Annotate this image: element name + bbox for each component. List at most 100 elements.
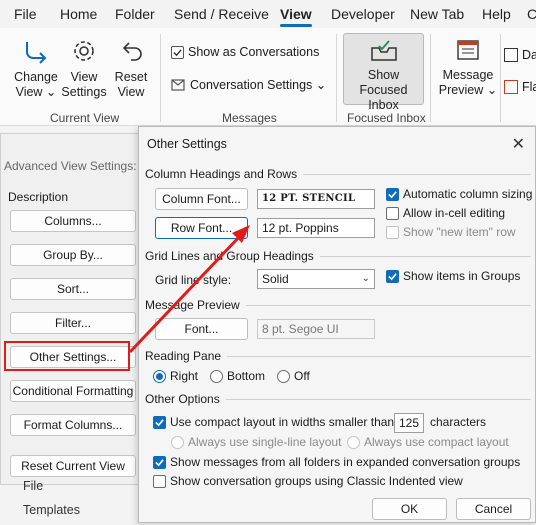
ok-button[interactable]: OK	[372, 498, 447, 520]
tab-home[interactable]: Home	[60, 6, 97, 22]
date-arrange-label: Da	[522, 48, 536, 62]
grid-line-style-select[interactable]: Solid ⌄	[257, 269, 375, 289]
classic-indented-checkbox[interactable]: Show conversation groups using Classic I…	[153, 474, 463, 488]
columns-button[interactable]: Columns...	[10, 210, 136, 232]
compact-width-input[interactable]: 125	[394, 413, 424, 433]
section-reading-pane: Reading Pane	[145, 349, 531, 363]
radio-selected-icon	[153, 369, 166, 383]
checkbox-disabled-icon	[386, 225, 399, 239]
reading-pane-off-label: Off	[294, 369, 310, 383]
show-items-in-groups-checkbox[interactable]: Show items in Groups	[386, 269, 520, 283]
allow-incell-editing-checkbox[interactable]: Allow in-cell editing	[386, 206, 505, 220]
flag-icon	[504, 80, 518, 94]
reset-view-button[interactable]: Reset View	[110, 36, 152, 100]
radio-unselected-icon	[210, 369, 223, 383]
compact-layout-checkbox[interactable]: Use compact layout in widths smaller tha…	[153, 415, 394, 429]
group-by-button[interactable]: Group By...	[10, 244, 136, 266]
checkbox-checked-icon	[171, 45, 184, 59]
reading-pane-right-radio[interactable]: Right	[153, 369, 198, 383]
row-font-value: 12 pt. Poppins	[257, 218, 375, 238]
tab-developer[interactable]: Developer	[331, 6, 395, 22]
show-all-folders-label: Show messages from all folders in expand…	[170, 455, 521, 469]
folder-file[interactable]: File	[23, 479, 43, 493]
show-all-folders-checkbox[interactable]: Show messages from all folders in expand…	[153, 455, 520, 469]
show-as-conversations-checkbox[interactable]: Show as Conversations	[171, 45, 319, 59]
advanced-view-settings-dialog: Advanced View Settings: C Description Co…	[0, 133, 160, 485]
tab-send-receive[interactable]: Send / Receive	[174, 6, 269, 22]
section-grid-lines-label: Grid Lines and Group Headings	[145, 249, 314, 263]
description-label: Description	[8, 190, 69, 204]
preview-font-button[interactable]: Font...	[155, 318, 248, 340]
tab-new-tab[interactable]: New Tab	[410, 6, 464, 22]
close-icon[interactable]: ✕	[512, 134, 525, 154]
column-font-value: 12 PT. STENCIL	[257, 189, 375, 209]
change-view-button[interactable]: Change View ⌄	[8, 36, 64, 100]
section-other-options: Other Options	[145, 392, 531, 406]
always-compact-radio[interactable]: Always use compact layout	[347, 435, 509, 449]
always-compact-label: Always use compact layout	[364, 435, 509, 449]
tab-help[interactable]: Help	[482, 6, 511, 22]
always-single-line-radio[interactable]: Always use single-line layout	[171, 435, 341, 449]
flag-arrange-button[interactable]: Fla	[504, 80, 536, 94]
format-columns-button[interactable]: Format Columns...	[10, 414, 136, 436]
advanced-view-settings-title: Advanced View Settings: C	[4, 159, 149, 173]
messages-group-label: Messages	[222, 111, 277, 125]
undo-icon	[122, 42, 142, 61]
checkbox-unchecked-icon	[386, 206, 399, 220]
cancel-button[interactable]: Cancel	[456, 498, 531, 520]
filter-button[interactable]: Filter...	[10, 312, 136, 334]
reset-current-view-button[interactable]: Reset Current View	[10, 455, 136, 477]
conversation-settings-button[interactable]: Conversation Settings ⌄	[171, 77, 326, 92]
view-settings-button[interactable]: View Settings	[60, 36, 108, 100]
conditional-formatting-button[interactable]: Conditional Formatting	[10, 380, 136, 402]
show-new-item-row-checkbox[interactable]: Show "new item" row	[386, 225, 516, 239]
reset-view-label-1: Reset	[114, 70, 148, 84]
tab-partial[interactable]: C	[527, 6, 536, 22]
sort-button[interactable]: Sort...	[10, 278, 136, 300]
checkbox-checked-icon	[153, 455, 166, 469]
radio-unselected-icon	[277, 369, 290, 383]
focused-inbox-group-label: Focused Inbox	[347, 111, 426, 125]
message-preview-button[interactable]: Message Preview ⌄	[438, 38, 498, 98]
change-view-label-2: View ⌄	[15, 85, 57, 99]
show-new-item-row-label: Show "new item" row	[403, 225, 516, 239]
show-focused-inbox-button[interactable]: Show Focused Inbox	[343, 38, 424, 113]
message-preview-icon	[457, 40, 479, 60]
message-preview-label-1: Message	[442, 68, 494, 82]
annotation-highlight-box	[4, 341, 130, 371]
row-font-button[interactable]: Row Font...	[155, 217, 248, 239]
tab-view[interactable]: View	[280, 6, 312, 27]
tab-file[interactable]: File	[14, 6, 37, 22]
other-settings-dialog: Other Settings ✕ Column Headings and Row…	[138, 126, 536, 523]
grid-line-style-label: Grid line style:	[155, 273, 232, 287]
radio-disabled-icon	[171, 435, 184, 449]
preview-font-value: 8 pt. Segoe UI	[257, 319, 375, 339]
section-column-headings-label: Column Headings and Rows	[145, 167, 298, 181]
grid-line-style-value: Solid	[262, 272, 289, 286]
column-font-button[interactable]: Column Font...	[155, 188, 248, 210]
automatic-column-sizing-label: Automatic column sizing	[403, 187, 533, 201]
calendar-icon	[504, 48, 518, 62]
ribbon-separator	[336, 34, 337, 122]
show-items-in-groups-label: Show items in Groups	[403, 269, 521, 283]
reading-pane-bottom-radio[interactable]: Bottom	[210, 369, 265, 383]
section-message-preview-label: Message Preview	[145, 298, 240, 312]
date-arrange-button[interactable]: Da	[504, 48, 536, 62]
focused-inbox-icon	[370, 40, 397, 61]
tab-folder[interactable]: Folder	[115, 6, 155, 22]
automatic-column-sizing-checkbox[interactable]: Automatic column sizing	[386, 187, 532, 201]
ribbon-separator	[500, 34, 501, 122]
current-view-group-label: Current View	[50, 111, 120, 125]
dialog-title: Other Settings	[147, 137, 227, 151]
checkbox-unchecked-icon	[153, 474, 166, 488]
show-focused-inbox-label-2: Focused Inbox	[359, 83, 408, 112]
reading-pane-off-radio[interactable]: Off	[277, 369, 310, 383]
show-focused-inbox-label-1: Show	[367, 68, 400, 82]
folder-templates[interactable]: Templates	[23, 503, 80, 517]
checkbox-checked-icon	[153, 415, 166, 429]
classic-indented-label: Show conversation groups using Classic I…	[170, 474, 463, 488]
section-other-options-label: Other Options	[145, 392, 220, 406]
view-settings-label-1: View	[70, 70, 98, 84]
reading-pane-bottom-label: Bottom	[227, 369, 266, 383]
always-single-line-label: Always use single-line layout	[188, 435, 342, 449]
